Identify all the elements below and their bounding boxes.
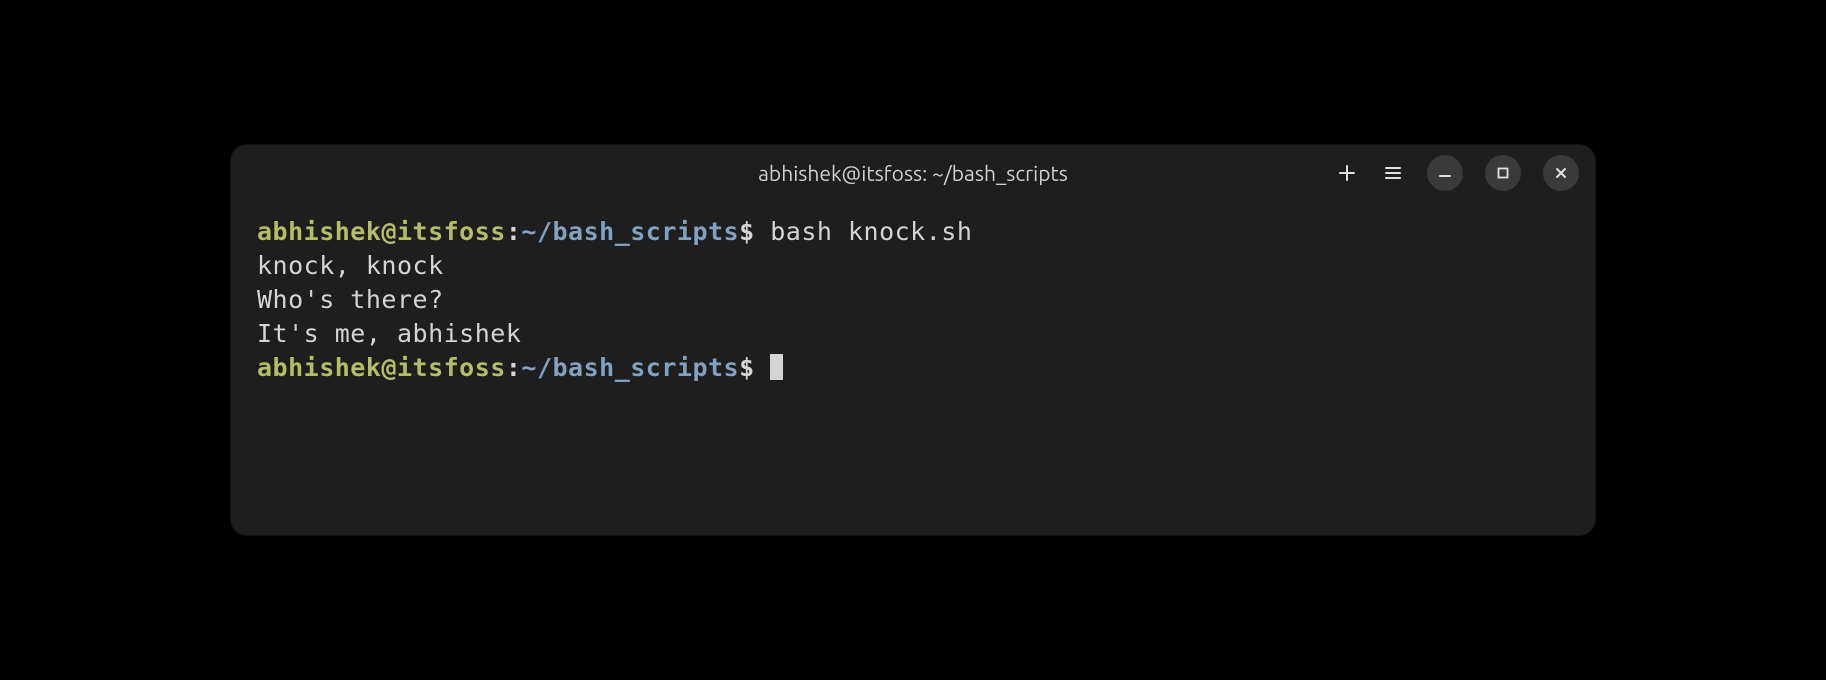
plus-icon [1337, 163, 1357, 183]
prompt-colon-2: : [506, 353, 522, 382]
output-line-3: It's me, abhishek [257, 319, 521, 348]
maximize-button[interactable] [1485, 155, 1521, 191]
terminal-window: abhishek@itsfoss: ~/bash_scripts [231, 145, 1595, 535]
menu-button[interactable] [1381, 161, 1405, 185]
titlebar: abhishek@itsfoss: ~/bash_scripts [231, 145, 1595, 201]
close-button[interactable] [1543, 155, 1579, 191]
terminal-body[interactable]: abhishek@itsfoss:~/bash_scripts$ bash kn… [231, 201, 1595, 535]
command-line-1: bash knock.sh [755, 217, 973, 246]
output-line-2: Who's there? [257, 285, 444, 314]
window-controls [1335, 155, 1579, 191]
window-title: abhishek@itsfoss: ~/bash_scripts [758, 161, 1068, 185]
prompt-user-host-2: abhishek@itsfoss [257, 353, 506, 382]
output-line-1: knock, knock [257, 251, 444, 280]
prompt-user-host: abhishek@itsfoss [257, 217, 506, 246]
new-tab-button[interactable] [1335, 161, 1359, 185]
minimize-button[interactable] [1427, 155, 1463, 191]
prompt-path-2: ~/bash_scripts [521, 353, 739, 382]
hamburger-icon [1383, 163, 1403, 183]
prompt-path: ~/bash_scripts [521, 217, 739, 246]
prompt-dollar: $ [739, 217, 755, 246]
prompt-dollar-2: $ [739, 353, 755, 382]
minimize-icon [1437, 165, 1453, 181]
close-icon [1553, 165, 1569, 181]
cursor [770, 354, 783, 380]
maximize-icon [1495, 165, 1511, 181]
prompt-colon: : [506, 217, 522, 246]
command-line-2 [755, 353, 771, 382]
